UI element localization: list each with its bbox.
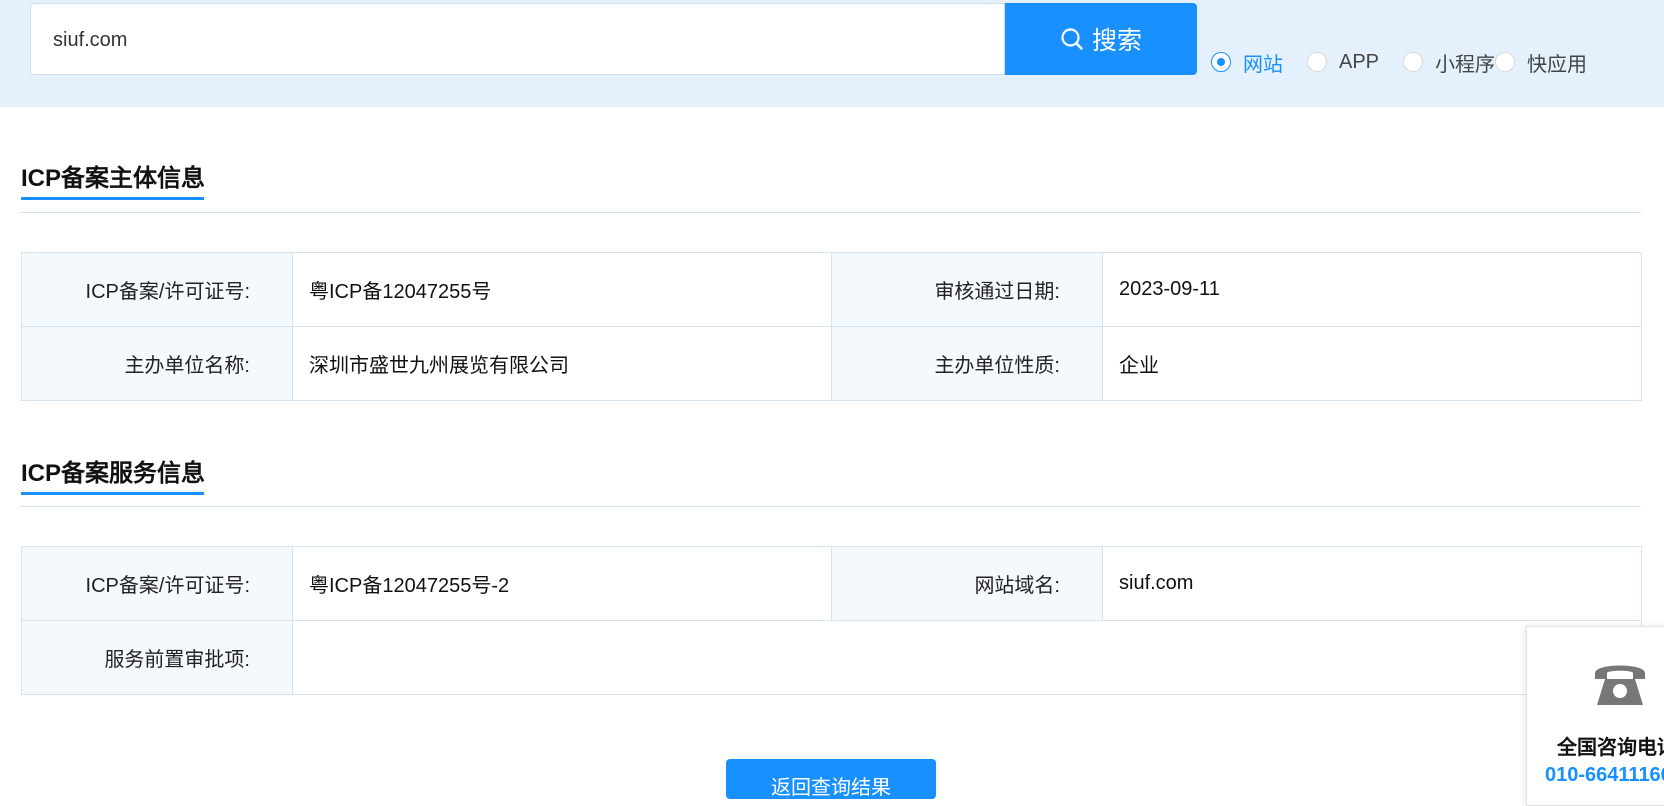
field-label: 主办单位名称: [21, 326, 293, 401]
search-input[interactable]: siuf.com [30, 3, 1005, 75]
search-bar-area: siuf.com 搜索 网站 APP 小程序 快应用 [0, 0, 1664, 107]
field-value: 深圳市盛世九州展览有限公司 [292, 326, 832, 401]
field-value: 粤ICP备12047255号 [292, 252, 832, 327]
field-value [292, 620, 1642, 695]
radio-app[interactable]: APP [1307, 51, 1379, 74]
search-button-label: 搜索 [1091, 27, 1142, 55]
radio-label: 网站 [1243, 53, 1283, 76]
field-value: siuf.com [1102, 546, 1642, 621]
search-icon [1060, 27, 1084, 51]
field-label: ICP备案/许可证号: [21, 546, 293, 621]
section-divider [21, 506, 1641, 507]
section-divider [21, 212, 1641, 213]
field-label: 审核通过日期: [831, 252, 1103, 327]
section-underline [21, 197, 204, 200]
table-row: 主办单位名称: 深圳市盛世九州展览有限公司 主办单位性质: 企业 [21, 326, 1642, 401]
back-to-results-button[interactable]: 返回查询结果 [726, 759, 936, 799]
section-underline [21, 492, 204, 495]
radio-website[interactable]: 网站 [1211, 48, 1283, 77]
type-radio-group: 网站 APP 小程序 快应用 [1211, 46, 1587, 78]
radio-label: APP [1339, 50, 1380, 73]
radio-mini-program[interactable]: 小程序 [1403, 48, 1495, 77]
radio-unchecked-icon [1403, 52, 1424, 72]
table-row: ICP备案/许可证号: 粤ICP备12047255号 审核通过日期: 2023-… [21, 252, 1642, 327]
field-value: 2023-09-11 [1102, 252, 1642, 327]
section-title-service: ICP备案服务信息 [21, 460, 206, 487]
table-row: 服务前置审批项: [21, 620, 1642, 695]
table-row: ICP备案/许可证号: 粤ICP备12047255号-2 网站域名: siuf.… [21, 546, 1642, 621]
radio-unchecked-icon [1495, 52, 1516, 72]
hotline-number[interactable]: 010-66411166 [1545, 764, 1664, 787]
service-info-table: ICP备案/许可证号: 粤ICP备12047255号-2 网站域名: siuf.… [21, 546, 1642, 695]
search-button[interactable]: 搜索 [1005, 3, 1197, 75]
hotline-panel: 全国咨询电话 010-66411166 [1526, 626, 1664, 806]
field-value: 企业 [1102, 326, 1642, 401]
radio-quick-app[interactable]: 快应用 [1495, 48, 1587, 77]
radio-label: 快应用 [1527, 53, 1588, 76]
section-title-subject: ICP备案主体信息 [21, 165, 206, 192]
hotline-label: 全国咨询电话 [1557, 737, 1664, 759]
field-value: 粤ICP备12047255号-2 [292, 546, 832, 621]
field-label: 服务前置审批项: [21, 620, 293, 695]
radio-unchecked-icon [1307, 52, 1327, 72]
radio-checked-icon [1211, 52, 1231, 72]
field-label: 主办单位性质: [831, 326, 1103, 401]
subject-info-table: ICP备案/许可证号: 粤ICP备12047255号 审核通过日期: 2023-… [21, 252, 1642, 401]
radio-label: 小程序 [1435, 53, 1496, 76]
phone-icon [1591, 657, 1649, 714]
field-label: 网站域名: [831, 546, 1103, 621]
field-label: ICP备案/许可证号: [21, 252, 293, 327]
